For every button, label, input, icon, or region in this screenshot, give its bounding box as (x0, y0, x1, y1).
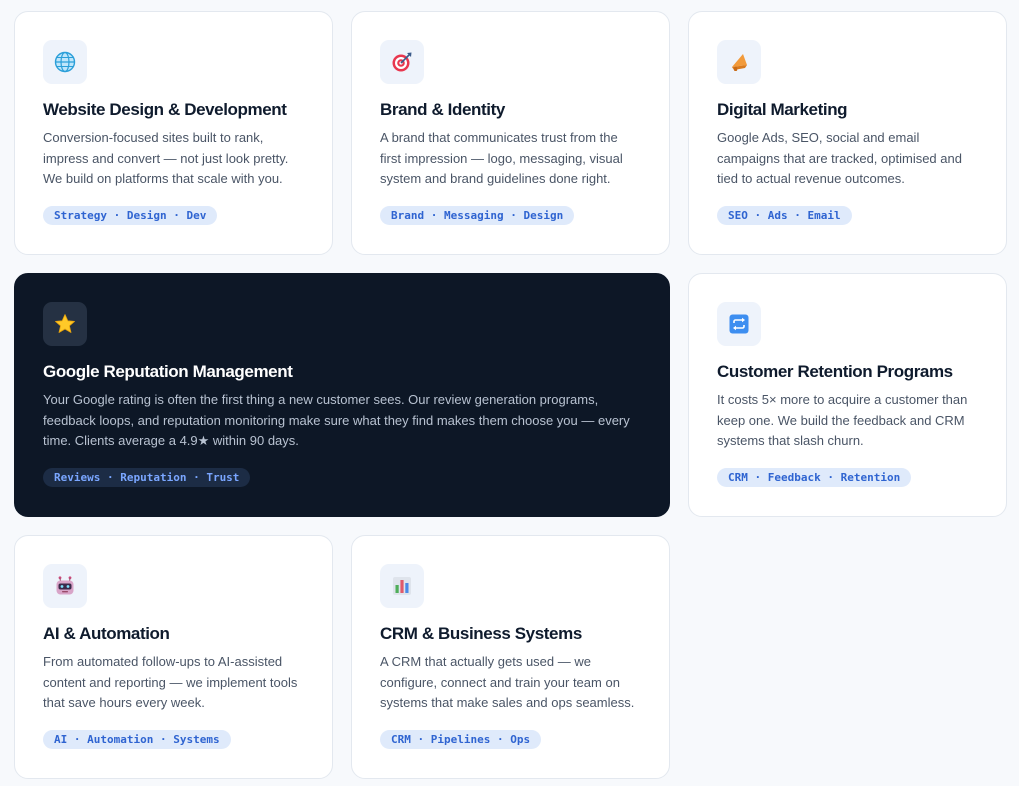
bar-chart-icon (380, 564, 424, 608)
services-grid: Website Design & Development Conversion-… (0, 0, 1019, 786)
service-title: CRM & Business Systems (380, 624, 582, 643)
service-title: Digital Marketing (717, 100, 848, 119)
service-description: It costs 5× more to acquire a customer t… (717, 392, 968, 448)
service-title: Brand & Identity (380, 100, 505, 119)
globe-icon (43, 40, 87, 84)
service-description: From automated follow-ups to AI-assisted… (43, 654, 298, 710)
target-icon (380, 40, 424, 84)
service-title: Website Design & Development (43, 100, 287, 119)
service-description: Conversion-focused sites built to rank, … (43, 130, 289, 186)
service-description: Google Ads, SEO, social and email campai… (717, 130, 962, 186)
repeat-icon (717, 302, 761, 346)
service-card-reputation[interactable]: Google Reputation Management Your Google… (14, 273, 670, 517)
service-tags: Strategy · Design · Dev (43, 205, 218, 225)
service-card-brand[interactable]: Brand & Identity A brand that communicat… (351, 11, 670, 255)
robot-icon (43, 564, 87, 608)
service-title: Google Reputation Management (43, 362, 293, 381)
service-card-marketing[interactable]: Digital Marketing Google Ads, SEO, socia… (688, 11, 1007, 255)
service-card-retention[interactable]: Customer Retention Programs It costs 5× … (688, 273, 1007, 517)
service-tags: AI · Automation · Systems (43, 729, 231, 749)
service-tags: CRM · Feedback · Retention (717, 467, 912, 487)
service-tags: Brand · Messaging · Design (380, 205, 575, 225)
megaphone-icon (717, 40, 761, 84)
service-title: AI & Automation (43, 624, 170, 643)
service-title: Customer Retention Programs (717, 362, 953, 381)
service-tags: CRM · Pipelines · Ops (380, 729, 542, 749)
service-card-ai[interactable]: AI & Automation From automated follow-up… (14, 535, 333, 779)
service-description: A brand that communicates trust from the… (380, 130, 623, 186)
star-icon (43, 302, 87, 346)
service-description: Your Google rating is often the first th… (43, 392, 630, 448)
service-card-website[interactable]: Website Design & Development Conversion-… (14, 11, 333, 255)
service-card-crm[interactable]: CRM & Business Systems A CRM that actual… (351, 535, 670, 779)
service-description: A CRM that actually gets used — we confi… (380, 654, 635, 710)
service-tags: Reviews · Reputation · Trust (43, 467, 251, 487)
service-tags: SEO · Ads · Email (717, 205, 852, 225)
